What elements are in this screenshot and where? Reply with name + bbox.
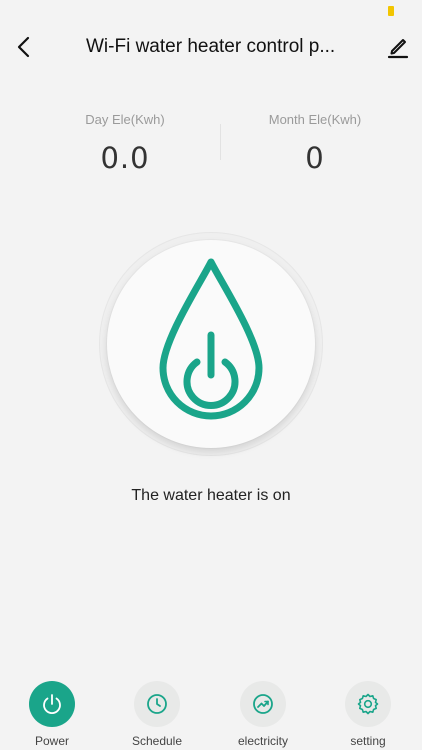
power-icon bbox=[43, 694, 61, 715]
month-energy-label: Month Ele(Kwh) bbox=[268, 112, 362, 127]
tab-setting[interactable]: setting bbox=[318, 676, 418, 748]
chevron-left-icon bbox=[17, 36, 30, 58]
tab-setting-label: setting bbox=[350, 734, 386, 748]
tab-power[interactable]: Power bbox=[2, 676, 102, 748]
pencil-icon bbox=[387, 39, 409, 59]
edit-button[interactable] bbox=[384, 32, 412, 62]
day-energy-value: 0.0 bbox=[100, 141, 150, 175]
tab-electricity[interactable]: electricity bbox=[213, 676, 313, 748]
gear-icon bbox=[357, 693, 379, 715]
tab-setting-circle bbox=[345, 681, 391, 727]
tab-schedule-label: Schedule bbox=[131, 734, 183, 748]
day-energy: Day Ele(Kwh) 0.0 bbox=[20, 104, 230, 175]
tab-power-circle bbox=[29, 681, 75, 727]
tab-electricity-label: electricity bbox=[237, 734, 288, 748]
tab-electricity-circle bbox=[240, 681, 286, 727]
power-button-ring bbox=[99, 232, 323, 456]
energy-stats: Day Ele(Kwh) 0.0 Month Ele(Kwh) 0 bbox=[0, 104, 422, 184]
chart-trend-icon bbox=[253, 694, 273, 714]
tab-schedule-circle bbox=[134, 681, 180, 727]
bottom-tab-bar: Power Schedule electricity setting bbox=[0, 676, 422, 750]
page-title: Wi-Fi water heater control p... bbox=[86, 36, 336, 57]
water-drop-power-icon bbox=[159, 258, 263, 420]
header: Wi-Fi water heater control p... bbox=[0, 22, 422, 74]
day-energy-label: Day Ele(Kwh) bbox=[85, 112, 165, 127]
month-energy-value: 0 bbox=[305, 141, 325, 175]
status-bar bbox=[0, 0, 422, 22]
tab-power-label: Power bbox=[34, 734, 69, 748]
power-button[interactable] bbox=[107, 240, 315, 448]
tab-schedule[interactable]: Schedule bbox=[107, 676, 207, 748]
month-energy: Month Ele(Kwh) 0 bbox=[210, 104, 420, 175]
clock-icon bbox=[147, 694, 167, 714]
heater-status-text: The water heater is on bbox=[131, 487, 291, 504]
battery-icon bbox=[388, 6, 394, 16]
back-button[interactable] bbox=[10, 32, 38, 62]
